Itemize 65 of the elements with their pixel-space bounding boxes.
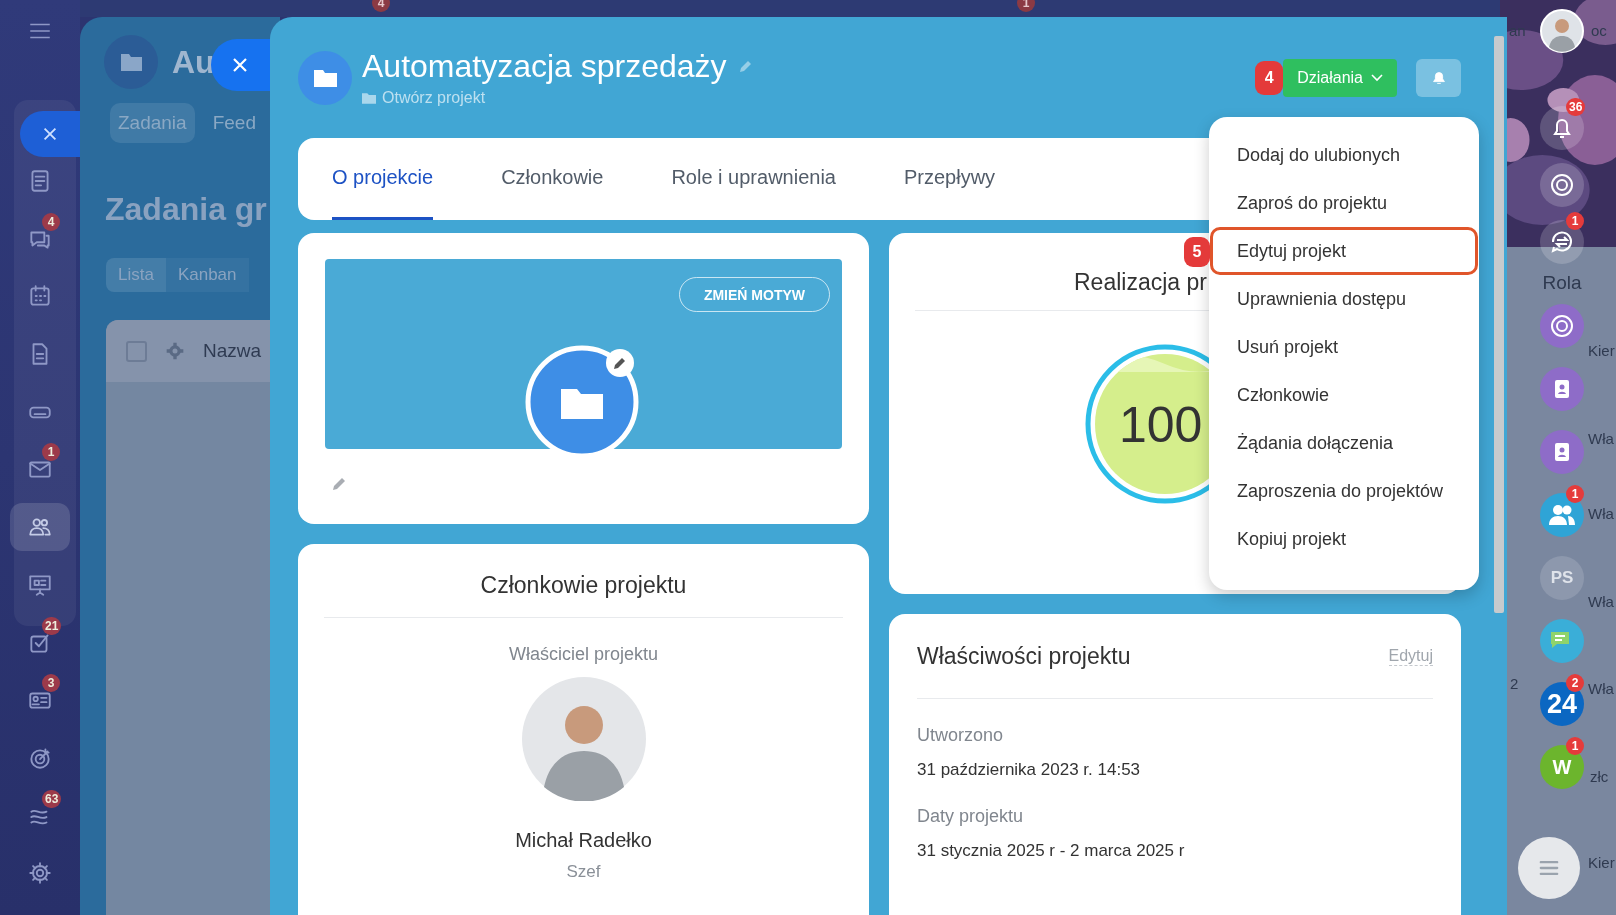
menu-item[interactable]: Usuń projekt: [1210, 323, 1478, 371]
text-fragment: Kier: [1588, 854, 1615, 871]
project-title: Automatyzacja sprzedaży: [362, 48, 727, 85]
text-fragment: Wła: [1588, 505, 1614, 522]
text-fragment: Wła: [1588, 593, 1614, 610]
card-title: Właściwości projektu: [917, 642, 1131, 670]
count-badge: 21: [42, 616, 62, 635]
count-badge: 1: [42, 443, 60, 462]
menu-item[interactable]: Zaproś do projektu: [1210, 179, 1478, 227]
text-fragment: 2: [1510, 675, 1519, 692]
column-header: Nazwa: [203, 340, 262, 362]
tab[interactable]: Członkowie: [501, 138, 604, 220]
field-label: Daty projektu: [917, 806, 1025, 827]
panel-title: Au: [172, 43, 215, 81]
notification-button[interactable]: [1416, 58, 1461, 97]
text-fragment: złc: [1590, 768, 1609, 785]
column-header: Rola: [1542, 272, 1582, 294]
menu-item[interactable]: Dodaj do ulubionych: [1210, 131, 1478, 179]
avatar[interactable]: [1540, 9, 1584, 53]
close-button[interactable]: [211, 39, 270, 91]
nav-item[interactable]: 63: [10, 791, 70, 840]
checkbox[interactable]: [126, 340, 147, 362]
menu-item[interactable]: Członkowie: [1210, 371, 1478, 419]
progress-value: 100: [1119, 396, 1203, 454]
text-fragment: oc: [1591, 22, 1607, 39]
text-fragment: Wła: [1588, 680, 1614, 697]
pencil-icon[interactable]: [331, 476, 347, 492]
menu-item[interactable]: Zaproszenia do projektów: [1210, 467, 1478, 515]
text-fragment: an: [1509, 22, 1526, 39]
step-callout: 4: [1255, 60, 1284, 95]
field-label: Utworzono: [917, 725, 1005, 746]
caret-icon: [1371, 73, 1383, 82]
count-badge: 3: [42, 674, 60, 693]
folder-icon: [362, 92, 376, 104]
menu-item[interactable]: Uprawnienia dostępu: [1210, 275, 1478, 323]
nav-item[interactable]: 3: [10, 676, 70, 725]
nav-item[interactable]: [10, 503, 70, 552]
menu-item[interactable]: Edytuj projekt: [1210, 227, 1478, 275]
text-fragment: Wła: [1588, 430, 1614, 447]
tab[interactable]: O projekcie: [332, 138, 434, 220]
nav-item[interactable]: 1: [10, 445, 70, 494]
field-value: 31 października 2023 r. 14:53: [917, 760, 1142, 780]
owner-name: Michał Radełko: [515, 829, 652, 852]
card-title: Członkowie projektu: [324, 544, 843, 618]
nav-item[interactable]: 4: [10, 214, 70, 263]
contact-book-icon[interactable]: [1540, 367, 1584, 411]
count-badge: 63: [42, 789, 62, 808]
contact-book-icon[interactable]: [1540, 430, 1584, 474]
close-button[interactable]: [20, 111, 80, 157]
step-callout: 5: [1184, 237, 1210, 267]
text-fragment: Kier: [1588, 342, 1615, 359]
folder-icon: [104, 35, 158, 89]
count-badge: 4: [42, 212, 60, 231]
owner-role: Szef: [566, 862, 601, 882]
owner-label: Właściciel projektu: [508, 644, 658, 665]
nav-item[interactable]: 21: [10, 618, 70, 667]
menu-item[interactable]: Żądania dołączenia: [1210, 419, 1478, 467]
close-icon: [41, 125, 59, 143]
scrollbar[interactable]: [1494, 36, 1504, 613]
page-heading: Zadania gr: [104, 190, 268, 228]
field-value: 31 stycznia 2025 r - 2 marca 2025 r: [917, 841, 1186, 861]
tab[interactable]: Role i uprawnienia: [671, 138, 836, 220]
folder-icon: [298, 50, 352, 105]
tab[interactable]: Przepływy: [903, 138, 996, 220]
menu-item[interactable]: Kopiuj projekt: [1210, 515, 1478, 563]
